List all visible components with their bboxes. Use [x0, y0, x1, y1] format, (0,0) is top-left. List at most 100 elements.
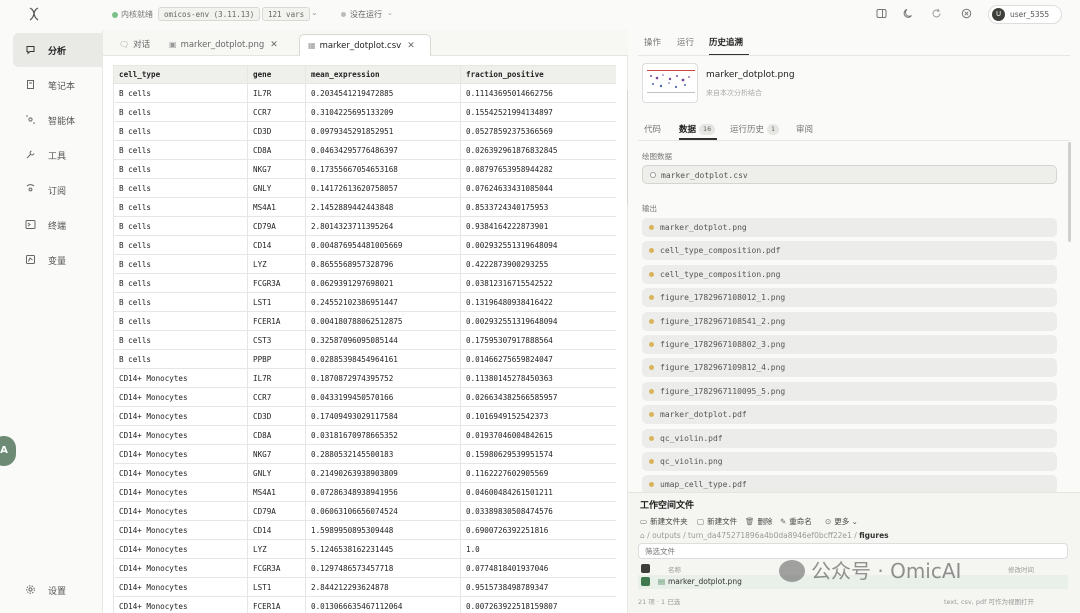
table-cell[interactable]: B cells	[113, 330, 248, 350]
tab-marker-dotplot-png[interactable]: ▣ marker_dotplot.png ✕	[161, 34, 286, 56]
table-cell[interactable]: B cells	[113, 197, 248, 217]
output-file-item[interactable]: cell_type_composition.pdf	[642, 241, 1057, 261]
table-row[interactable]: CD14+ Monocytes LYZ 5.1246538162231445 1.0	[113, 539, 616, 559]
plot-data-file[interactable]: marker_dotplot.csv	[642, 165, 1057, 184]
table-cell[interactable]: 0.004876954481005669	[305, 235, 461, 255]
table-cell[interactable]: 0.15542521994134897	[460, 102, 616, 122]
table-cell[interactable]: CD14+ Monocytes	[113, 577, 248, 597]
table-row[interactable]: B cells CD79A 2.8014323711395264 0.93841642…	[113, 216, 616, 236]
chevron-down-icon[interactable]: ⌄	[387, 9, 393, 17]
subtab-code[interactable]: 代码	[644, 123, 661, 135]
subtab-data[interactable]: 数据 16	[679, 123, 716, 135]
column-header[interactable]: mean_expression	[305, 65, 461, 84]
table-cell[interactable]: CD8A	[247, 140, 306, 160]
table-cell[interactable]: CD14+ Monocytes	[113, 501, 248, 521]
table-cell[interactable]: FCGR3A	[247, 558, 306, 578]
table-cell[interactable]: 0.04634295776486397	[305, 140, 461, 160]
table-cell[interactable]: CD14+ Monocytes	[113, 596, 248, 613]
table-cell[interactable]: 0.01466275659824047	[460, 349, 616, 369]
scrollbar[interactable]	[1068, 142, 1071, 242]
table-row[interactable]: CD14+ Monocytes MS4A1 0.07286348938941956 0…	[113, 482, 616, 502]
table-cell[interactable]: B cells	[113, 121, 248, 141]
table-row[interactable]: B cells CD3D 0.0979345291852951 0.052785923…	[113, 121, 616, 141]
table-row[interactable]: B cells IL7R 0.2034541219472885 0.111436950…	[113, 83, 616, 103]
table-cell[interactable]: 0.03812316715542522	[460, 273, 616, 293]
table-row[interactable]: B cells MS4A1 2.1452889442443848 0.85337243…	[113, 197, 616, 217]
table-cell[interactable]: B cells	[113, 102, 248, 122]
env-chip[interactable]: omicos-env (3.11.13)	[158, 7, 261, 21]
breadcrumb-item[interactable]: turn_da475271896a4b0da8946ef0bcff22e1	[688, 531, 852, 540]
table-cell[interactable]: 0.0433199450570166	[305, 387, 461, 407]
table-row[interactable]: CD14+ Monocytes CD14 1.5989950895309448 0.6…	[113, 520, 616, 540]
table-cell[interactable]: 5.1246538162231445	[305, 539, 461, 559]
table-row[interactable]: B cells FCER1A 0.004180788062512875 0.00293…	[113, 311, 616, 331]
new-folder-button[interactable]: ▭ 新建文件夹	[640, 516, 688, 527]
output-file-item[interactable]: figure_1782967110095_5.png	[642, 381, 1057, 401]
output-file-item[interactable]: cell_type_composition.png	[642, 264, 1057, 284]
table-cell[interactable]: CD14	[247, 235, 306, 255]
tab-actions[interactable]: 操作	[644, 36, 661, 48]
new-file-button[interactable]: ▢ 新建文件	[697, 516, 737, 527]
table-cell[interactable]: 1.5989950895309448	[305, 520, 461, 540]
output-file-item[interactable]: figure_1782967108012_1.png	[642, 288, 1057, 308]
table-cell[interactable]: CD14	[247, 520, 306, 540]
table-cell[interactable]: 2.8014323711395264	[305, 216, 461, 236]
user-menu-button[interactable]: U user_5355	[988, 5, 1062, 24]
table-cell[interactable]: B cells	[113, 235, 248, 255]
breadcrumb-item[interactable]: outputs	[652, 531, 681, 540]
table-cell[interactable]: 0.17355667054653168	[305, 159, 461, 179]
table-cell[interactable]: 0.24552102386951447	[305, 292, 461, 312]
table-cell[interactable]: 2.844212293624878	[305, 577, 461, 597]
table-cell[interactable]: 0.07624633431085044	[460, 178, 616, 198]
table-cell[interactable]: CD14+ Monocytes	[113, 444, 248, 464]
table-cell[interactable]: 0.1016949152542373	[460, 406, 616, 426]
table-cell[interactable]: 2.1452889442443848	[305, 197, 461, 217]
table-cell[interactable]: 0.0979345291852951	[305, 121, 461, 141]
table-cell[interactable]: 0.17409493029117584	[305, 406, 461, 426]
tab-marker-dotplot-csv[interactable]: ▦ marker_dotplot.csv ✕	[299, 34, 431, 56]
table-row[interactable]: B cells CD14 0.004876954481005669 0.0029325…	[113, 235, 616, 255]
table-row[interactable]: CD14+ Monocytes CD3D 0.17409493029117584 0.…	[113, 406, 616, 426]
table-cell[interactable]: 1.0	[460, 539, 616, 559]
table-cell[interactable]: 0.013066635467112064	[305, 596, 461, 613]
table-cell[interactable]: 0.21490263938903809	[305, 463, 461, 483]
table-cell[interactable]: B cells	[113, 216, 248, 236]
table-cell[interactable]: B cells	[113, 273, 248, 293]
delete-button[interactable]: 🗑 删除	[745, 516, 773, 527]
column-header[interactable]: 名称	[668, 564, 681, 574]
close-icon[interactable]: ✕	[407, 41, 415, 51]
table-cell[interactable]: 0.02885398454964161	[305, 349, 461, 369]
table-cell[interactable]: LST1	[247, 292, 306, 312]
column-header[interactable]: 修改时间	[1008, 564, 1034, 574]
vars-chip[interactable]: 121 vars	[262, 7, 311, 21]
table-cell[interactable]: CD14+ Monocytes	[113, 425, 248, 445]
output-file-item[interactable]: figure_1782967108802_3.png	[642, 335, 1057, 354]
table-cell[interactable]: NKG7	[247, 159, 306, 179]
table-cell[interactable]: 0.0774818401937046	[460, 558, 616, 578]
table-cell[interactable]: CD8A	[247, 425, 306, 445]
table-cell[interactable]: MS4A1	[247, 482, 306, 502]
table-cell[interactable]: B cells	[113, 292, 248, 312]
app-logo-icon[interactable]	[26, 6, 42, 22]
table-cell[interactable]: 0.1162227602905569	[460, 463, 616, 483]
row-checkbox[interactable]	[641, 577, 650, 586]
table-row[interactable]: CD14+ Monocytes NKG7 0.2880532145500183 0.1…	[113, 444, 616, 464]
panel-toggle-icon[interactable]	[874, 8, 888, 22]
table-cell[interactable]: 0.11143695014662756	[460, 83, 616, 103]
table-cell[interactable]: 0.0629391297698021	[305, 273, 461, 293]
table-cell[interactable]: CD3D	[247, 406, 306, 426]
close-icon[interactable]: ✕	[270, 40, 278, 50]
table-cell[interactable]: 0.1870872974395752	[305, 368, 461, 388]
table-row[interactable]: CD14+ Monocytes CD8A 0.03181670978665352 0.…	[113, 425, 616, 445]
table-cell[interactable]: CST3	[247, 330, 306, 350]
table-row[interactable]: B cells GNLY 0.14172613620758057 0.07624633…	[113, 178, 616, 198]
table-cell[interactable]: 0.8655568957328796	[305, 254, 461, 274]
table-cell[interactable]: GNLY	[247, 178, 306, 198]
table-cell[interactable]: 0.9515738498789347	[460, 577, 616, 597]
table-row[interactable]: CD14+ Monocytes LST1 2.844212293624878 0.95…	[113, 577, 616, 597]
table-cell[interactable]: CD79A	[247, 501, 306, 521]
output-file-item[interactable]: figure_1782967108541_2.png	[642, 311, 1057, 331]
table-cell[interactable]: B cells	[113, 159, 248, 179]
table-cell[interactable]: 0.15980629539951574	[460, 444, 616, 464]
table-cell[interactable]: LYZ	[247, 254, 306, 274]
